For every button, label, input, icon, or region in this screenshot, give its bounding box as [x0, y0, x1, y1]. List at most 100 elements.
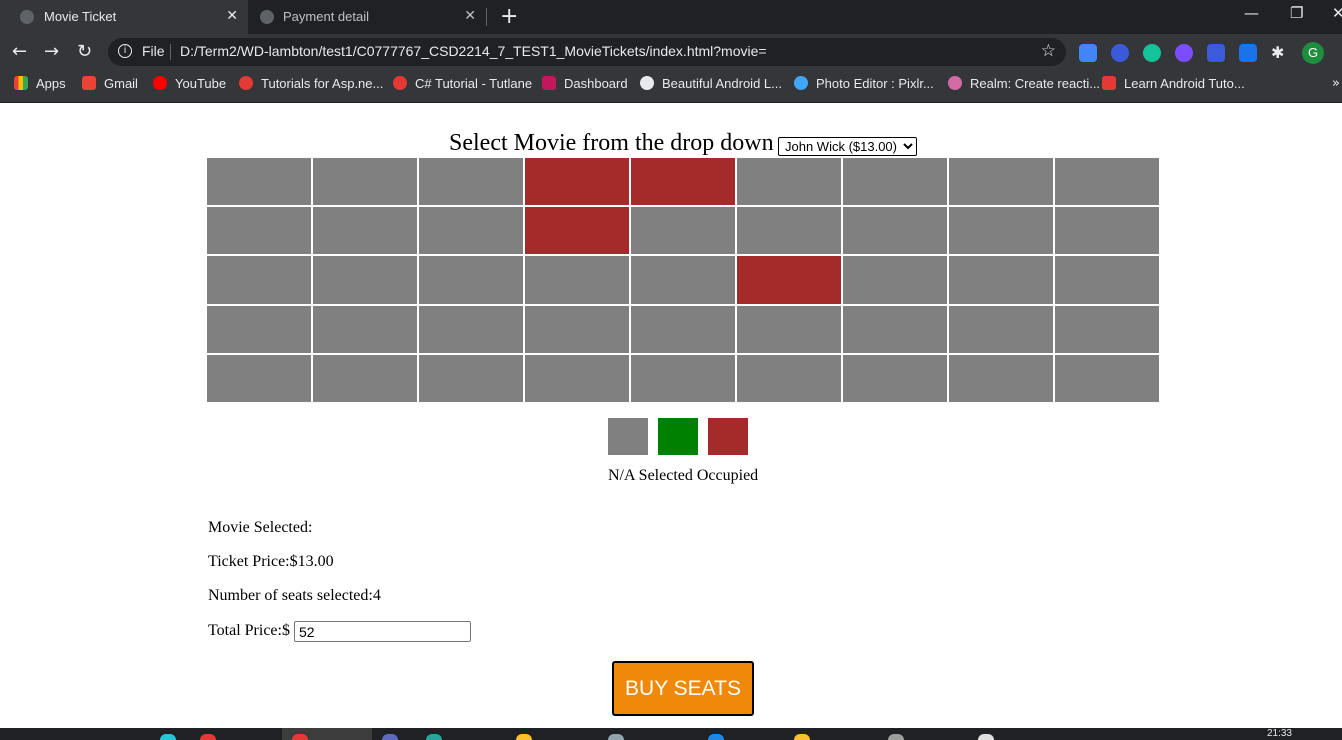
bookmark-csharp-tutorial[interactable]: C# Tutorial - Tutlane: [393, 76, 532, 91]
seat-available[interactable]: [631, 305, 735, 353]
bookmark-star-icon[interactable]: ☆: [1041, 41, 1056, 61]
taskbar-app-icon[interactable]: [708, 734, 724, 740]
seat-available[interactable]: [949, 305, 1053, 353]
seat-occupied[interactable]: [525, 158, 629, 206]
seat-available[interactable]: [313, 354, 417, 402]
taskbar-chrome-icon[interactable]: [292, 734, 308, 740]
extension-d-icon[interactable]: [1111, 44, 1129, 62]
taskbar-app-icon[interactable]: [794, 734, 810, 740]
taskbar-app-icon[interactable]: [160, 734, 176, 740]
tab-payment-detail[interactable]: Payment detail ✕: [248, 0, 486, 34]
close-tab-icon[interactable]: ✕: [464, 7, 476, 24]
globe-icon: [260, 10, 274, 24]
total-price-input[interactable]: [294, 621, 471, 642]
info-icon[interactable]: i: [118, 44, 132, 58]
seat-available[interactable]: [843, 207, 947, 255]
seat-available[interactable]: [949, 158, 1053, 206]
seat-available[interactable]: [1055, 354, 1159, 402]
tab-movie-ticket[interactable]: Movie Ticket ✕: [0, 0, 248, 34]
seat-available[interactable]: [419, 158, 523, 206]
minimize-icon[interactable]: —: [1244, 4, 1259, 22]
taskbar-app-icon[interactable]: [200, 734, 216, 740]
buy-seats-button[interactable]: BUY SEATS: [612, 661, 754, 716]
bookmark-realm[interactable]: Realm: Create reacti...: [948, 76, 1100, 91]
close-window-icon[interactable]: ✕: [1332, 4, 1342, 22]
taskbar-app-icon[interactable]: [978, 734, 994, 740]
close-tab-icon[interactable]: ✕: [226, 7, 238, 24]
seat-occupied[interactable]: [737, 256, 841, 304]
seat-available[interactable]: [631, 354, 735, 402]
seat-available[interactable]: [313, 207, 417, 255]
seat-available[interactable]: [207, 305, 311, 353]
seat-available[interactable]: [1055, 256, 1159, 304]
restore-icon[interactable]: ❐: [1290, 4, 1303, 22]
seat-occupied[interactable]: [631, 158, 735, 206]
seat-available[interactable]: [1055, 305, 1159, 353]
seat-available[interactable]: [843, 158, 947, 206]
seat-available[interactable]: [419, 305, 523, 353]
seat-available[interactable]: [419, 354, 523, 402]
bookmark-beautiful-android[interactable]: Beautiful Android L...: [640, 76, 782, 91]
url-separator: [170, 44, 171, 60]
seat-available[interactable]: [1055, 158, 1159, 206]
seat-available[interactable]: [737, 354, 841, 402]
extension-d2-icon[interactable]: [1207, 44, 1225, 62]
bookmark-label: YouTube: [175, 76, 227, 91]
taskbar-app-icon[interactable]: [888, 734, 904, 740]
translate-extension-icon[interactable]: [1079, 44, 1097, 62]
seat-available[interactable]: [207, 207, 311, 255]
bookmark-dashboard[interactable]: Dashboard: [542, 76, 628, 91]
seat-available[interactable]: [1055, 207, 1159, 255]
seat-available[interactable]: [207, 354, 311, 402]
seat-available[interactable]: [207, 158, 311, 206]
bookmark-tutorials-asp[interactable]: Tutorials for Asp.ne...: [239, 76, 383, 91]
seat-available[interactable]: [737, 305, 841, 353]
seat-available[interactable]: [419, 256, 523, 304]
seat-available[interactable]: [419, 207, 523, 255]
seat-available[interactable]: [525, 305, 629, 353]
seat-available[interactable]: [843, 305, 947, 353]
seat-available[interactable]: [525, 354, 629, 402]
seat-available[interactable]: [313, 305, 417, 353]
seat-available[interactable]: [207, 256, 311, 304]
seat-available[interactable]: [737, 207, 841, 255]
seat-available[interactable]: [949, 207, 1053, 255]
gmail-icon: [82, 76, 96, 90]
movie-select[interactable]: John Wick ($13.00): [778, 137, 917, 156]
bookmark-learn-android[interactable]: Learn Android Tuto...: [1102, 76, 1245, 91]
seat-available[interactable]: [631, 256, 735, 304]
seat-grid: [207, 158, 1159, 402]
seat-available[interactable]: [949, 256, 1053, 304]
url-text[interactable]: D:/Term2/WD-lambton/test1/C0777767_CSD22…: [180, 43, 767, 59]
bookmark-apps[interactable]: Apps: [14, 76, 66, 91]
seat-available[interactable]: [313, 158, 417, 206]
extension-star-icon[interactable]: [1175, 44, 1193, 62]
back-arrow-icon[interactable]: ←: [12, 41, 27, 62]
taskbar-app-icon[interactable]: [608, 734, 624, 740]
taskbar-app-icon[interactable]: [516, 734, 532, 740]
bookmark-youtube[interactable]: YouTube: [153, 76, 226, 91]
seat-available[interactable]: [631, 207, 735, 255]
seat-available[interactable]: [949, 354, 1053, 402]
bookmark-photo-editor[interactable]: Photo Editor : Pixlr...: [794, 76, 934, 91]
grammarly-icon[interactable]: [1143, 44, 1161, 62]
profile-avatar[interactable]: G: [1302, 42, 1324, 64]
forward-arrow-icon[interactable]: →: [44, 41, 59, 62]
seat-available[interactable]: [843, 256, 947, 304]
bookmark-gmail[interactable]: Gmail: [82, 76, 138, 91]
tab-separator: [486, 8, 487, 26]
bookmarks-more-icon[interactable]: »: [1332, 76, 1340, 91]
seat-available[interactable]: [313, 256, 417, 304]
reload-icon[interactable]: ↻: [77, 41, 92, 62]
seat-available[interactable]: [843, 354, 947, 402]
bookmark-label: Apps: [36, 76, 66, 91]
extension-camera-icon[interactable]: [1239, 44, 1257, 62]
taskbar-app-icon[interactable]: [426, 734, 442, 740]
seat-occupied[interactable]: [525, 207, 629, 255]
new-tab-button[interactable]: +: [500, 4, 518, 29]
extensions-puzzle-icon[interactable]: ✱: [1271, 44, 1289, 62]
seat-available[interactable]: [525, 256, 629, 304]
taskbar-app-icon[interactable]: [382, 734, 398, 740]
seat-available[interactable]: [737, 158, 841, 206]
address-bar[interactable]: i File D:/Term2/WD-lambton/test1/C077776…: [108, 38, 1066, 66]
